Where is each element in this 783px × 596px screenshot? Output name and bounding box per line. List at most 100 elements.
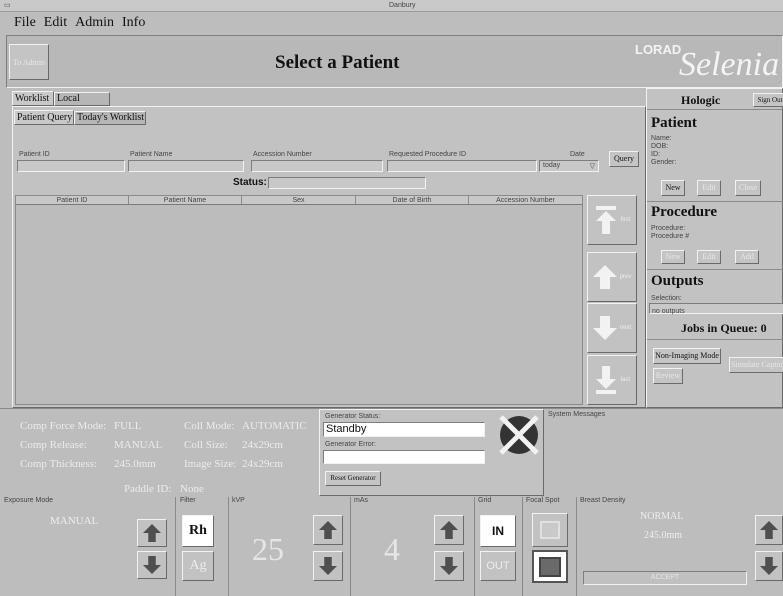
divider <box>474 497 475 596</box>
patient-id-input[interactable] <box>17 160 125 172</box>
tab-local-exams[interactable]: Local Exams <box>54 92 110 116</box>
window-title-bar: ▭ Danbury <box>0 0 783 12</box>
divider <box>647 339 783 340</box>
filter-rh-button[interactable]: Rh <box>182 515 214 547</box>
window-menu-icon[interactable]: ▭ <box>4 1 11 9</box>
to-admin-button[interactable]: To Admin <box>9 44 49 80</box>
prev-page-button[interactable]: prev <box>587 252 637 302</box>
brand-selenia: Selenia <box>679 46 780 83</box>
tab-todays-worklist[interactable]: Today's Worklist <box>74 111 146 125</box>
procedure-fields: Procedure: Procedure # <box>651 225 689 241</box>
tab-worklist[interactable]: Worklist <box>12 91 54 106</box>
arrow-up-icon <box>319 521 337 539</box>
patient-new-button[interactable]: New <box>661 180 685 196</box>
procedure-add-button[interactable]: Add <box>735 250 759 264</box>
patient-gender-field: Gender: <box>651 159 677 166</box>
patient-name-field: Name: <box>651 135 672 142</box>
patient-fields: Name: DOB: ID: Gender: <box>651 135 676 167</box>
req-proc-id-input[interactable] <box>387 160 537 172</box>
procedure-edit-button[interactable]: Edit <box>697 250 721 264</box>
system-messages-label: System Messages <box>548 411 606 418</box>
arrow-down-icon <box>143 556 161 574</box>
comp-thickness-value: 245.0mm <box>114 458 156 470</box>
menu-file[interactable]: File <box>14 15 36 31</box>
generator-status-field: Standby <box>323 422 485 437</box>
simulate-capture-button[interactable]: Simulate Capture <box>729 357 783 373</box>
table-header: Patient ID Patient Name Sex Date of Birt… <box>16 196 582 205</box>
image-size-label: Image Size: <box>184 458 237 470</box>
procedure-field: Procedure: <box>651 225 686 232</box>
menu-edit[interactable]: Edit <box>44 15 67 31</box>
sign-out-button[interactable]: Sign Out <box>753 93 783 107</box>
focal-spot-large-icon <box>540 521 560 539</box>
patient-edit-button[interactable]: Edit <box>697 180 721 196</box>
menu-admin[interactable]: Admin <box>75 15 114 31</box>
mas-up-button[interactable] <box>434 515 464 545</box>
query-button[interactable]: Query <box>609 151 639 167</box>
next-page-button[interactable]: next <box>587 303 637 353</box>
focal-spot-small-button[interactable] <box>532 550 568 583</box>
exposure-mode-down-button[interactable] <box>137 551 167 579</box>
review-button[interactable]: Review <box>653 368 683 384</box>
comp-row: Comp Thickness: 245.0mm Image Size: 24x2… <box>20 455 307 474</box>
mas-value: 4 <box>384 531 400 567</box>
coll-size-label: Coll Size: <box>184 439 228 451</box>
kvp-up-button[interactable] <box>313 515 343 545</box>
selection-field[interactable]: no outputs <box>649 303 783 315</box>
breast-density-thickness: 245.0mm <box>644 530 683 541</box>
kvp-down-button[interactable] <box>313 551 343 581</box>
column-header-patient-name[interactable]: Patient Name <box>129 196 242 204</box>
patient-close-button[interactable]: Close <box>735 180 761 196</box>
exposure-mode-up-button[interactable] <box>137 519 167 547</box>
jobs-in-queue: Jobs in Queue: 0 <box>681 321 767 335</box>
grid-out-button[interactable]: OUT <box>480 551 516 581</box>
accession-input[interactable] <box>251 160 383 172</box>
first-page-button[interactable]: first <box>587 195 637 245</box>
accession-label: Accession Number <box>253 151 312 158</box>
accept-button[interactable]: ACCEPT <box>583 571 747 585</box>
breast-density-label: Breast Density <box>580 497 626 504</box>
date-select[interactable]: today ▽ <box>539 160 599 172</box>
reset-generator-button[interactable]: Reset Generator <box>325 471 381 486</box>
tab-patient-query[interactable]: Patient Query <box>14 110 74 125</box>
procedure-number-field: Procedure # <box>651 233 690 240</box>
focal-spot-large-button[interactable] <box>532 513 568 547</box>
divider <box>228 497 229 596</box>
density-up-button[interactable] <box>755 515 783 545</box>
mas-down-button[interactable] <box>434 551 464 581</box>
patient-id-field: ID: <box>651 151 660 158</box>
brand-lorad: LORAD <box>635 42 682 57</box>
arrow-down-icon <box>760 557 778 575</box>
arrow-up-icon <box>440 521 458 539</box>
last-page-button[interactable]: last <box>587 355 637 405</box>
divider <box>647 269 783 270</box>
column-header-patient-id[interactable]: Patient ID <box>16 196 129 204</box>
column-header-accession[interactable]: Accession Number <box>469 196 582 204</box>
focal-spot-label: Focal Spot <box>526 497 560 504</box>
patient-dob-field: DOB: <box>651 143 669 150</box>
grid-in-button[interactable]: IN <box>480 515 516 547</box>
arrow-last-icon <box>595 366 616 394</box>
chevron-down-icon: ▽ <box>589 163 595 170</box>
non-imaging-mode-button[interactable]: Non-Imaging Mode <box>653 348 721 364</box>
grid-label: Grid <box>478 497 492 504</box>
column-header-dob[interactable]: Date of Birth <box>356 196 469 204</box>
comp-thickness-label: Comp Thickness: <box>20 458 98 470</box>
coll-mode-value: AUTOMATIC <box>242 420 307 432</box>
patient-name-input[interactable] <box>128 160 244 172</box>
selection-label: Selection: <box>651 295 682 302</box>
density-down-button[interactable] <box>755 551 783 581</box>
next-label: next <box>619 325 632 331</box>
image-size-value: 24x29cm <box>242 458 283 470</box>
menu-info[interactable]: Info <box>122 15 145 31</box>
column-header-sex[interactable]: Sex <box>242 196 356 204</box>
status-field <box>268 177 426 189</box>
generator-status-label: Generator Status: <box>325 413 381 420</box>
procedure-new-button[interactable]: New <box>661 250 685 264</box>
filter-ag-button[interactable]: Ag <box>182 551 214 581</box>
date-select-value: today <box>543 162 561 169</box>
patient-id-label: Patient ID <box>19 151 50 158</box>
results-table: Patient ID Patient Name Sex Date of Birt… <box>15 195 583 405</box>
worklist-panel: Patient Query Today's Worklist Patient I… <box>12 106 646 408</box>
generator-error-label: Generator Error: <box>325 441 376 448</box>
